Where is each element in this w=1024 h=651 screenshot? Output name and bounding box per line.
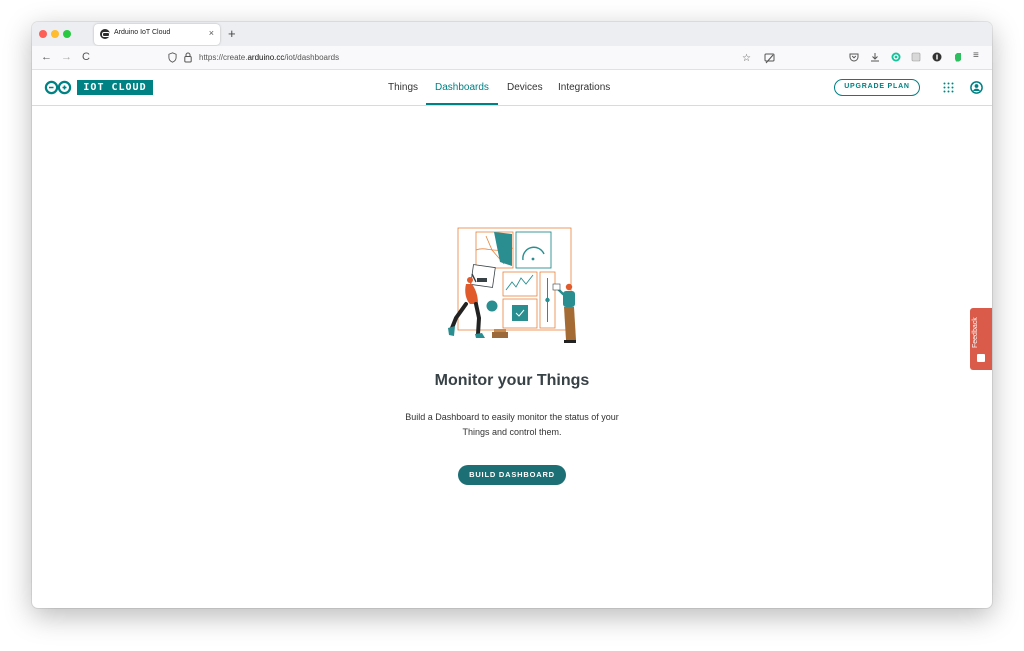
- lock-icon: [184, 52, 192, 63]
- shield-icon: [168, 52, 177, 63]
- account-avatar-icon[interactable]: [970, 81, 983, 94]
- nav-things[interactable]: Things: [388, 82, 418, 93]
- page-title: Monitor your Things: [434, 372, 590, 389]
- nav-integrations[interactable]: Integrations: [558, 82, 610, 93]
- minimize-window-button[interactable]: [51, 30, 59, 38]
- bookmark-star-icon[interactable]: ☆: [742, 53, 751, 64]
- reload-button[interactable]: C: [82, 51, 90, 63]
- build-dashboard-button[interactable]: BUILD DASHBOARD: [458, 465, 566, 485]
- page-description: Build a Dashboard to easily monitor the …: [405, 412, 619, 437]
- evernote-extension-icon[interactable]: [953, 52, 963, 62]
- arduino-favicon-icon: [100, 29, 110, 39]
- arduino-logo-icon[interactable]: [44, 80, 72, 95]
- app-header: IOT CLOUD Things Dashboards Devices Inte…: [32, 70, 992, 106]
- tab-close-icon[interactable]: ×: [209, 28, 214, 38]
- tab-title: Arduino IoT Cloud: [114, 29, 171, 36]
- new-tab-button[interactable]: +: [228, 26, 236, 41]
- dashboard-illustration: [448, 227, 576, 343]
- maximize-window-button[interactable]: [63, 30, 71, 38]
- menu-icon[interactable]: ≡: [973, 50, 979, 61]
- browser-tab[interactable]: Arduino IoT Cloud ×: [94, 24, 220, 45]
- address-bar[interactable]: https://create.arduino.cc/iot/dashboards…: [162, 49, 782, 67]
- active-tab-indicator: [426, 103, 498, 105]
- back-button[interactable]: ←: [41, 51, 52, 63]
- pocket-icon[interactable]: [849, 52, 859, 62]
- feedback-label: Feedback: [972, 317, 979, 348]
- nav-dashboards[interactable]: Dashboards: [435, 82, 489, 93]
- feedback-tab[interactable]: Feedback: [970, 308, 992, 370]
- url-text: https://create.arduino.cc/iot/dashboards: [199, 53, 340, 62]
- close-window-button[interactable]: [39, 30, 47, 38]
- download-icon[interactable]: [870, 52, 880, 62]
- 1password-extension-icon[interactable]: [932, 52, 942, 62]
- forward-button[interactable]: →: [61, 51, 72, 63]
- reader-extension-icon[interactable]: [911, 52, 921, 62]
- screen-share-icon[interactable]: [764, 53, 775, 64]
- nav-devices[interactable]: Devices: [507, 82, 543, 93]
- browser-tab-bar: Arduino IoT Cloud × +: [32, 22, 992, 46]
- browser-toolbar: ← → C https://create.arduino.cc/iot/dash…: [32, 46, 992, 70]
- grammarly-extension-icon[interactable]: [891, 52, 901, 62]
- iot-cloud-logo[interactable]: IOT CLOUD: [77, 80, 153, 95]
- upgrade-plan-button[interactable]: UPGRADE PLAN: [834, 79, 920, 96]
- feedback-icon: [977, 354, 985, 362]
- apps-grid-icon[interactable]: [943, 82, 954, 93]
- browser-window: Arduino IoT Cloud × + ← → C https://crea…: [32, 22, 992, 608]
